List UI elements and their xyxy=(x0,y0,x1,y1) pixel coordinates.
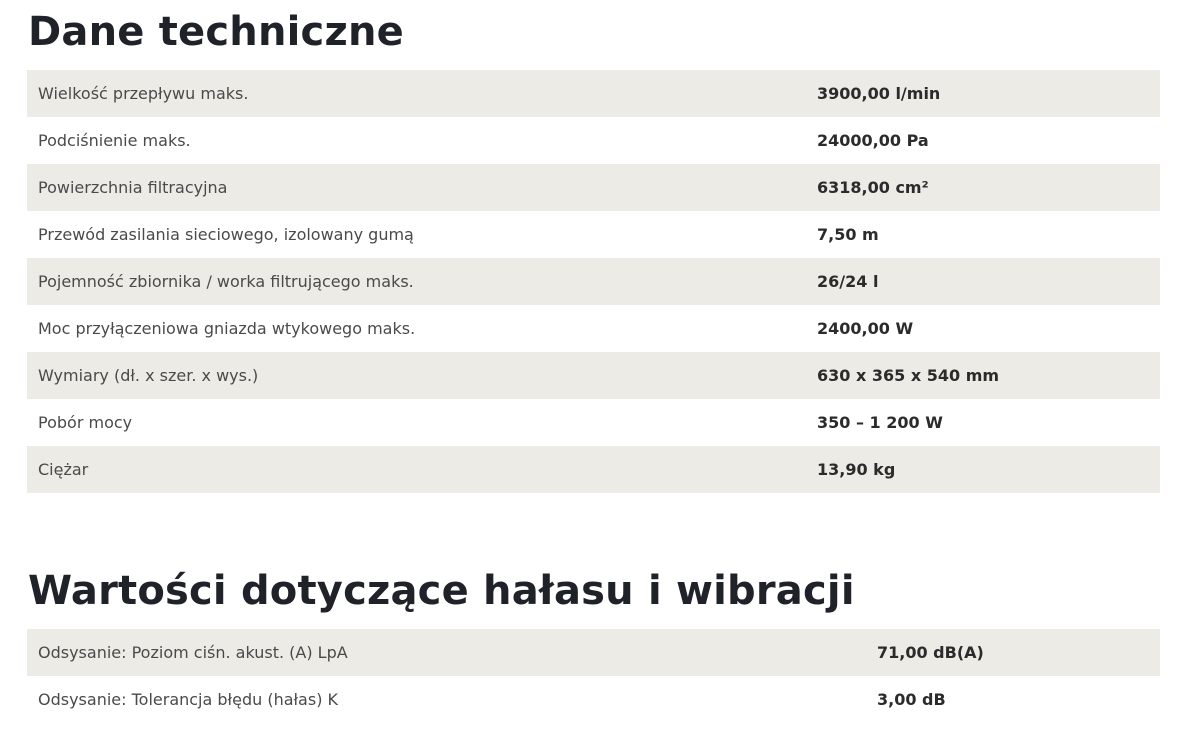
spec-value: 630 x 365 x 540 mm xyxy=(817,366,1000,385)
table-row: Wielkość przepływu maks. 3900,00 l/min xyxy=(27,70,1160,117)
spec-label: Moc przyłączeniowa gniazda wtykowego mak… xyxy=(38,319,416,338)
spec-label: Podciśnienie maks. xyxy=(38,131,191,150)
table-row: Przewód zasilania sieciowego, izolowany … xyxy=(27,211,1160,258)
table-row: Pojemność zbiornika / worka filtrującego… xyxy=(27,258,1160,305)
spec-label: Powierzchnia filtracyjna xyxy=(38,178,228,197)
spec-label: Przewód zasilania sieciowego, izolowany … xyxy=(38,225,414,244)
table-row: Wymiary (dł. x szer. x wys.) 630 x 365 x… xyxy=(27,352,1160,399)
spec-value: 7,50 m xyxy=(817,225,879,244)
spec-value: 350 – 1 200 W xyxy=(817,413,943,432)
technical-data-table: Wielkość przepływu maks. 3900,00 l/min P… xyxy=(27,70,1160,493)
spec-label: Odsysanie: Poziom ciśn. akust. (A) LpA xyxy=(38,643,348,662)
spec-label: Pojemność zbiornika / worka filtrującego… xyxy=(38,272,414,291)
spec-label: Odsysanie: Tolerancja błędu (hałas) K xyxy=(38,690,339,709)
noise-vibration-title: Wartości dotyczące hałasu i wibracji xyxy=(28,568,855,614)
spec-label: Wymiary (dł. x szer. x wys.) xyxy=(38,366,259,385)
spec-value: 6318,00 cm² xyxy=(817,178,929,197)
spec-value: 2400,00 W xyxy=(817,319,914,338)
spec-value: 3,00 dB xyxy=(877,690,946,709)
spec-value: 24000,00 Pa xyxy=(817,131,929,150)
table-row: Pobór mocy 350 – 1 200 W xyxy=(27,399,1160,446)
table-row: Moc przyłączeniowa gniazda wtykowego mak… xyxy=(27,305,1160,352)
table-row: Odsysanie: Poziom ciśn. akust. (A) LpA 7… xyxy=(27,629,1160,676)
spec-value: 26/24 l xyxy=(817,272,879,291)
table-row: Ciężar 13,90 kg xyxy=(27,446,1160,493)
table-row: Podciśnienie maks. 24000,00 Pa xyxy=(27,117,1160,164)
spec-value: 71,00 dB(A) xyxy=(877,643,984,662)
table-row: Odsysanie: Tolerancja błędu (hałas) K 3,… xyxy=(27,676,1160,723)
noise-vibration-table: Odsysanie: Poziom ciśn. akust. (A) LpA 7… xyxy=(27,629,1160,723)
spec-label: Wielkość przepływu maks. xyxy=(38,84,249,103)
spec-value: 13,90 kg xyxy=(817,460,896,479)
spec-label: Pobór mocy xyxy=(38,413,133,432)
spec-label: Ciężar xyxy=(38,460,89,479)
table-row: Powierzchnia filtracyjna 6318,00 cm² xyxy=(27,164,1160,211)
technical-data-title: Dane techniczne xyxy=(28,9,404,55)
spec-value: 3900,00 l/min xyxy=(817,84,941,103)
